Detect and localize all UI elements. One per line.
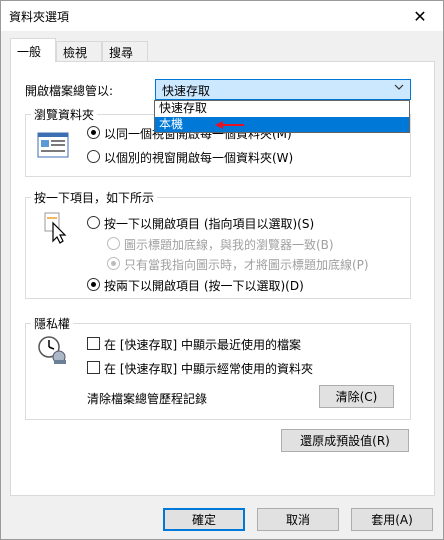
radio-underline-point-label: 只有當我指向圖示時，才將圖示標題加底線(P) bbox=[124, 258, 369, 272]
restore-defaults-button-label: 還原成預設值(R) bbox=[300, 434, 390, 448]
clear-history-button[interactable]: 清除(C) bbox=[319, 385, 394, 408]
browse-folders-title: 瀏覽資料夾 bbox=[31, 106, 98, 123]
open-explorer-label: 開啟檔案總管以: bbox=[25, 84, 114, 98]
checkbox-recent-files[interactable] bbox=[87, 337, 100, 350]
close-icon: ✕ bbox=[413, 6, 427, 26]
radio-same-window[interactable] bbox=[87, 126, 100, 139]
radio-underline-browser bbox=[107, 237, 120, 250]
click-items-title: 按一下項目，如下所示 bbox=[31, 189, 158, 206]
radio-underline-browser-label: 圖示標題加底線，與我的瀏覽器一致(B) bbox=[124, 238, 334, 252]
tab-view-label: 檢視 bbox=[63, 46, 88, 60]
apply-button-label: 套用(A) bbox=[371, 513, 413, 527]
cursor-click-icon bbox=[39, 211, 73, 248]
radio-new-window-label[interactable]: 以個別的視窗開啟每一個資料夾(W) bbox=[104, 149, 293, 166]
close-button[interactable]: ✕ bbox=[397, 1, 443, 31]
checkbox-frequent-folders[interactable] bbox=[87, 361, 100, 374]
chevron-down-icon bbox=[394, 81, 404, 96]
apply-button[interactable]: 套用(A) bbox=[351, 508, 433, 531]
privacy-title: 隱私權 bbox=[31, 315, 74, 332]
open-explorer-combobox[interactable]: 快速存取 bbox=[155, 79, 411, 100]
tab-general-label: 一般 bbox=[17, 45, 42, 59]
radio-double-click-label[interactable]: 按兩下以開啟項目 (按一下以選取)(D) bbox=[104, 277, 304, 294]
tab-view[interactable]: 檢視 bbox=[56, 41, 102, 61]
clock-privacy-icon bbox=[37, 335, 71, 368]
tab-general[interactable]: 一般 bbox=[10, 38, 56, 62]
clear-history-button-label: 清除(C) bbox=[335, 390, 378, 404]
restore-defaults-button[interactable]: 還原成預設值(R) bbox=[281, 429, 409, 452]
radio-underline-point bbox=[107, 257, 120, 270]
radio-single-click-label[interactable]: 按一下以開啟項目 (指向項目以選取)(S) bbox=[104, 215, 314, 232]
tab-search[interactable]: 搜尋 bbox=[102, 41, 148, 61]
dropdown-option-quick-access-label: 快速存取 bbox=[159, 101, 208, 115]
red-arrow-annotation-icon bbox=[215, 119, 245, 134]
radio-single-click[interactable] bbox=[87, 216, 100, 229]
tab-search-label: 搜尋 bbox=[109, 46, 134, 60]
checkbox-frequent-folders-label[interactable]: 在 [快速存取] 中顯示經常使用的資料夾 bbox=[104, 360, 313, 377]
cancel-button[interactable]: 取消 bbox=[257, 508, 339, 531]
dropdown-option-this-pc[interactable]: 本機 bbox=[155, 117, 409, 132]
ok-button-label: 確定 bbox=[191, 513, 216, 527]
ok-button[interactable]: 確定 bbox=[163, 508, 245, 531]
window-title: 資料夾選項 bbox=[9, 10, 70, 24]
clear-history-label: 清除檔案總管歷程記錄 bbox=[87, 392, 208, 406]
radio-double-click[interactable] bbox=[87, 278, 100, 291]
dropdown-option-quick-access[interactable]: 快速存取 bbox=[155, 101, 409, 116]
open-explorer-selected-value: 快速存取 bbox=[162, 84, 211, 98]
radio-new-window[interactable] bbox=[87, 150, 100, 163]
folder-options-dialog: 資料夾選項 ✕ 一般 檢視 搜尋 開啟檔案總管以: 快速存取 快速存取 本機 瀏 bbox=[0, 0, 444, 540]
folder-window-icon bbox=[37, 132, 69, 161]
open-explorer-dropdown-list: 快速存取 本機 bbox=[154, 100, 410, 133]
checkbox-recent-files-label[interactable]: 在 [快速存取] 中顯示最近使用的檔案 bbox=[104, 336, 301, 353]
cancel-button-label: 取消 bbox=[285, 513, 310, 527]
title-bar: 資料夾選項 ✕ bbox=[1, 1, 443, 31]
dropdown-option-this-pc-label: 本機 bbox=[159, 117, 184, 131]
